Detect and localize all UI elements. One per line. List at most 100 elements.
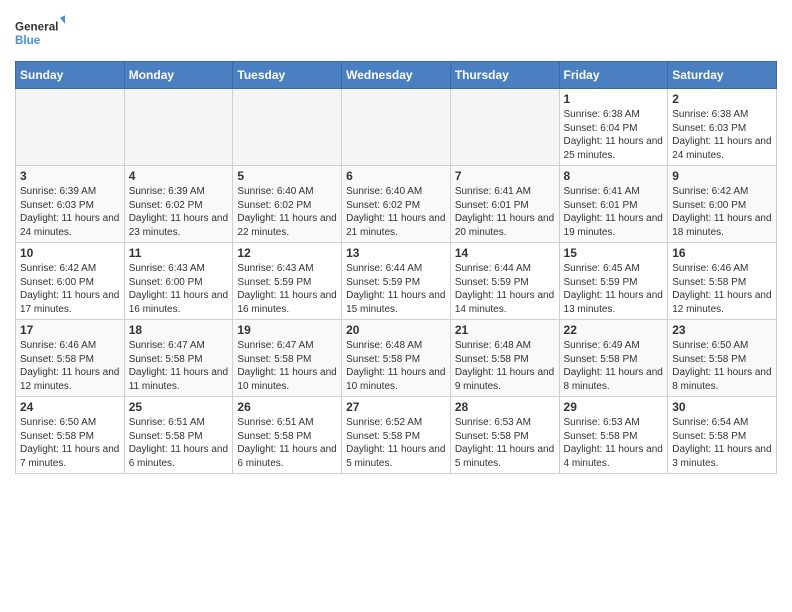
day-cell [16, 89, 125, 166]
day-number: 23 [672, 323, 772, 337]
day-info: Sunrise: 6:41 AM Sunset: 6:01 PM Dayligh… [455, 185, 555, 239]
calendar-container: General Blue SundayMondayTuesdayWednesda… [0, 0, 792, 484]
day-number: 10 [20, 246, 120, 260]
logo-svg: General Blue [15, 10, 65, 55]
day-number: 21 [455, 323, 555, 337]
day-cell: 7Sunrise: 6:41 AM Sunset: 6:01 PM Daylig… [450, 166, 559, 243]
week-row-4: 17 Sunrise: 6:46 AM Sunset: 5:58 PM Dayli… [16, 320, 777, 397]
day-info: Sunrise: 6:42 AM Sunset: 6:00 PM Dayligh… [672, 185, 772, 239]
day-info: Sunrise: 6:45 AM Sunset: 5:59 PM Dayligh… [564, 262, 664, 316]
day-cell: 17 Sunrise: 6:46 AM Sunset: 5:58 PM Dayli… [16, 320, 125, 397]
col-header-sunday: Sunday [16, 62, 125, 89]
col-header-saturday: Saturday [668, 62, 777, 89]
day-number: 13 [346, 246, 446, 260]
day-cell: 12 Sunrise: 6:43 AM Sunset: 5:59 PM Dayli… [233, 243, 342, 320]
day-info: Sunrise: 6:47 AM Sunset: 5:58 PM Dayligh… [237, 339, 337, 393]
day-cell: 19 Sunrise: 6:47 AM Sunset: 5:58 PM Dayli… [233, 320, 342, 397]
day-info: Sunrise: 6:46 AM Sunset: 5:58 PM Dayligh… [20, 339, 120, 393]
day-cell: 6 Sunrise: 6:40 AM Sunset: 6:02 PM Daylig… [342, 166, 451, 243]
logo: General Blue [15, 10, 65, 55]
day-cell: 2 Sunrise: 6:38 AM Sunset: 6:03 PM Daylig… [668, 89, 777, 166]
day-info: Sunrise: 6:48 AM Sunset: 5:58 PM Dayligh… [455, 339, 555, 393]
day-info: Sunrise: 6:53 AM Sunset: 5:58 PM Dayligh… [455, 416, 555, 470]
day-info: Sunrise: 6:51 AM Sunset: 5:58 PM Dayligh… [237, 416, 337, 470]
day-number: 8 [564, 169, 664, 183]
day-cell: 15 Sunrise: 6:45 AM Sunset: 5:59 PM Dayli… [559, 243, 668, 320]
day-info: Sunrise: 6:42 AM Sunset: 6:00 PM Dayligh… [20, 262, 120, 316]
week-row-3: 10 Sunrise: 6:42 AM Sunset: 6:00 PM Dayli… [16, 243, 777, 320]
day-info: Sunrise: 6:40 AM Sunset: 6:02 PM Dayligh… [346, 185, 446, 239]
day-info: Sunrise: 6:46 AM Sunset: 5:58 PM Dayligh… [672, 262, 772, 316]
day-cell: 23 Sunrise: 6:50 AM Sunset: 5:58 PM Dayli… [668, 320, 777, 397]
day-info: Sunrise: 6:54 AM Sunset: 5:58 PM Dayligh… [672, 416, 772, 470]
day-number: 29 [564, 400, 664, 414]
day-cell: 26 Sunrise: 6:51 AM Sunset: 5:58 PM Dayli… [233, 397, 342, 474]
day-number: 20 [346, 323, 446, 337]
day-info: Sunrise: 6:48 AM Sunset: 5:58 PM Dayligh… [346, 339, 446, 393]
day-cell: 20 Sunrise: 6:48 AM Sunset: 5:58 PM Dayli… [342, 320, 451, 397]
week-row-1: 1 Sunrise: 6:38 AM Sunset: 6:04 PM Daylig… [16, 89, 777, 166]
day-cell: 22Sunrise: 6:49 AM Sunset: 5:58 PM Dayli… [559, 320, 668, 397]
day-number: 2 [672, 92, 772, 106]
day-cell [450, 89, 559, 166]
col-header-wednesday: Wednesday [342, 62, 451, 89]
week-row-5: 24Sunrise: 6:50 AM Sunset: 5:58 PM Dayli… [16, 397, 777, 474]
day-number: 12 [237, 246, 337, 260]
day-info: Sunrise: 6:41 AM Sunset: 6:01 PM Dayligh… [564, 185, 664, 239]
day-info: Sunrise: 6:38 AM Sunset: 6:04 PM Dayligh… [564, 108, 664, 162]
day-number: 6 [346, 169, 446, 183]
day-number: 30 [672, 400, 772, 414]
day-cell: 18 Sunrise: 6:47 AM Sunset: 5:58 PM Dayli… [124, 320, 233, 397]
day-number: 5 [237, 169, 337, 183]
day-number: 28 [455, 400, 555, 414]
day-info: Sunrise: 6:38 AM Sunset: 6:03 PM Dayligh… [672, 108, 772, 162]
day-info: Sunrise: 6:52 AM Sunset: 5:58 PM Dayligh… [346, 416, 446, 470]
day-number: 19 [237, 323, 337, 337]
day-cell: 30 Sunrise: 6:54 AM Sunset: 5:58 PM Dayli… [668, 397, 777, 474]
day-number: 14 [455, 246, 555, 260]
day-info: Sunrise: 6:44 AM Sunset: 5:59 PM Dayligh… [346, 262, 446, 316]
day-number: 17 [20, 323, 120, 337]
day-cell: 28 Sunrise: 6:53 AM Sunset: 5:58 PM Dayli… [450, 397, 559, 474]
day-cell [124, 89, 233, 166]
day-info: Sunrise: 6:39 AM Sunset: 6:02 PM Dayligh… [129, 185, 229, 239]
day-info: Sunrise: 6:47 AM Sunset: 5:58 PM Dayligh… [129, 339, 229, 393]
day-cell: 9 Sunrise: 6:42 AM Sunset: 6:00 PM Daylig… [668, 166, 777, 243]
day-cell: 1 Sunrise: 6:38 AM Sunset: 6:04 PM Daylig… [559, 89, 668, 166]
col-header-friday: Friday [559, 62, 668, 89]
day-cell: 27 Sunrise: 6:52 AM Sunset: 5:58 PM Dayli… [342, 397, 451, 474]
day-cell: 16Sunrise: 6:46 AM Sunset: 5:58 PM Dayli… [668, 243, 777, 320]
calendar-table: SundayMondayTuesdayWednesdayThursdayFrid… [15, 61, 777, 474]
day-number: 22 [564, 323, 664, 337]
svg-text:Blue: Blue [15, 34, 41, 47]
col-header-thursday: Thursday [450, 62, 559, 89]
day-cell: 14Sunrise: 6:44 AM Sunset: 5:59 PM Dayli… [450, 243, 559, 320]
day-info: Sunrise: 6:51 AM Sunset: 5:58 PM Dayligh… [129, 416, 229, 470]
day-cell [342, 89, 451, 166]
day-cell: 8 Sunrise: 6:41 AM Sunset: 6:01 PM Daylig… [559, 166, 668, 243]
day-cell: 4 Sunrise: 6:39 AM Sunset: 6:02 PM Daylig… [124, 166, 233, 243]
day-cell: 29 Sunrise: 6:53 AM Sunset: 5:58 PM Dayli… [559, 397, 668, 474]
day-info: Sunrise: 6:50 AM Sunset: 5:58 PM Dayligh… [672, 339, 772, 393]
day-number: 1 [564, 92, 664, 106]
day-info: Sunrise: 6:43 AM Sunset: 5:59 PM Dayligh… [237, 262, 337, 316]
day-info: Sunrise: 6:53 AM Sunset: 5:58 PM Dayligh… [564, 416, 664, 470]
col-header-monday: Monday [124, 62, 233, 89]
day-number: 27 [346, 400, 446, 414]
day-info: Sunrise: 6:40 AM Sunset: 6:02 PM Dayligh… [237, 185, 337, 239]
day-number: 25 [129, 400, 229, 414]
day-number: 18 [129, 323, 229, 337]
col-header-tuesday: Tuesday [233, 62, 342, 89]
day-number: 9 [672, 169, 772, 183]
day-cell [233, 89, 342, 166]
day-cell: 13 Sunrise: 6:44 AM Sunset: 5:59 PM Dayli… [342, 243, 451, 320]
svg-text:General: General [15, 20, 58, 33]
header-row-days: SundayMondayTuesdayWednesdayThursdayFrid… [16, 62, 777, 89]
week-row-2: 3Sunrise: 6:39 AM Sunset: 6:03 PM Daylig… [16, 166, 777, 243]
day-number: 26 [237, 400, 337, 414]
day-number: 15 [564, 246, 664, 260]
day-info: Sunrise: 6:39 AM Sunset: 6:03 PM Dayligh… [20, 185, 120, 239]
day-cell: 11Sunrise: 6:43 AM Sunset: 6:00 PM Dayli… [124, 243, 233, 320]
day-number: 11 [129, 246, 229, 260]
day-number: 4 [129, 169, 229, 183]
